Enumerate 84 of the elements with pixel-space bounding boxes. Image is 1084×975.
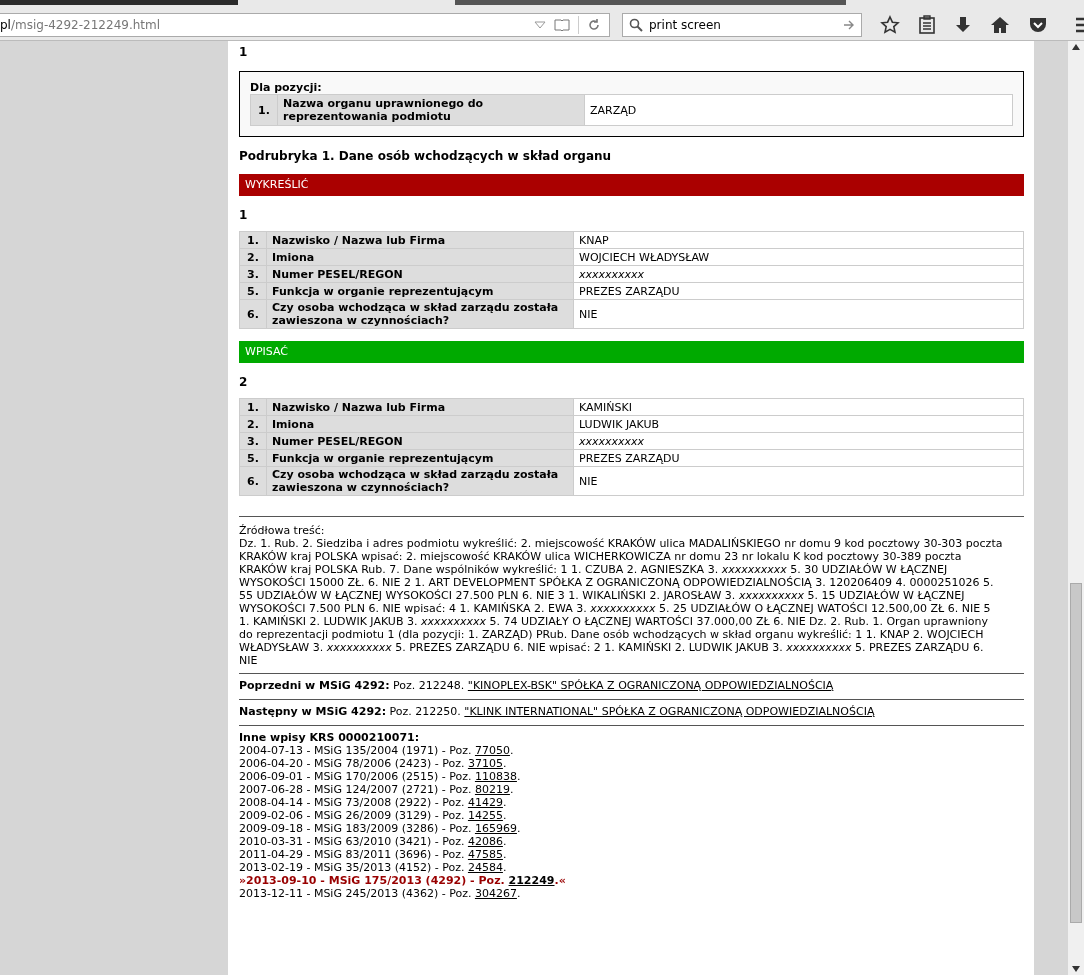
search-field[interactable]: print screen bbox=[622, 13, 862, 37]
address-bar[interactable]: pl/msig-4292-212249.html bbox=[0, 13, 610, 37]
person-number: 1 bbox=[239, 208, 249, 222]
entry-text: 2007-06-28 - MSiG 124/2007 (2721) - Poz. bbox=[239, 783, 472, 796]
position-link[interactable]: 42086 bbox=[467, 835, 503, 848]
row-number: 6. bbox=[239, 466, 267, 496]
other-entries-title: Inne wpisy KRS 0000210071: bbox=[239, 731, 421, 744]
position-link[interactable]: 37105 bbox=[467, 757, 503, 770]
position-link[interactable]: 47585 bbox=[467, 848, 503, 861]
position-title: Dla pozycji: bbox=[250, 81, 323, 94]
entry-end: . bbox=[516, 770, 521, 783]
clipboard-icon[interactable] bbox=[918, 15, 936, 35]
field-value: NIE bbox=[573, 466, 1024, 496]
entry-end: . bbox=[502, 757, 507, 770]
neighbor-position: Poz. 212250. bbox=[389, 705, 461, 718]
entry-text: 2013-12-11 - MSiG 245/2013 (4362) - Poz. bbox=[239, 887, 472, 900]
entry-text: 2010-03-31 - MSiG 63/2010 (3421) - Poz. bbox=[239, 835, 465, 848]
entry-end: . bbox=[502, 848, 507, 861]
download-icon[interactable] bbox=[954, 15, 972, 35]
action-bar: WPISAĆ bbox=[239, 341, 1024, 363]
field-label: Nazwisko / Nazwa lub Firma bbox=[266, 231, 574, 249]
position-link[interactable]: 80219 bbox=[474, 783, 510, 796]
entry-text: 2006-09-01 - MSiG 170/2006 (2515) - Poz. bbox=[239, 770, 472, 783]
row-number: 1. bbox=[239, 398, 267, 416]
entry-end: . bbox=[516, 887, 521, 900]
entry-end: . bbox=[516, 822, 521, 835]
row-number: 1. bbox=[250, 94, 278, 126]
position-link[interactable]: 304267 bbox=[474, 887, 517, 900]
neighbor-position: Poz. 212248. bbox=[393, 679, 465, 692]
home-icon[interactable] bbox=[990, 15, 1010, 35]
entry-text: 2009-02-06 - MSiG 26/2009 (3129) - Poz. bbox=[239, 809, 465, 822]
field-label: Nazwa organu uprawnionego do reprezentowania podmiotu bbox=[277, 94, 585, 126]
position-link[interactable]: 77050 bbox=[474, 744, 510, 757]
scroll-down-icon[interactable] bbox=[1072, 966, 1080, 972]
neighbor-link[interactable]: "KLINK INTERNATIONAL" SPÓŁKA Z OGRANICZONĄ ODPOWIEDZIALNOŚCIĄ bbox=[464, 705, 875, 718]
neighbor-label: Następny w MSiG 4292: bbox=[239, 705, 387, 718]
entry-text: 2009-09-18 - MSiG 183/2009 (3286) - Poz. bbox=[239, 822, 472, 835]
dropdown-caret-icon[interactable] bbox=[534, 20, 546, 30]
field-value: ZARZĄD bbox=[584, 94, 1013, 126]
arrow-icon[interactable] bbox=[843, 20, 855, 30]
entry-text: 2008-04-14 - MSiG 73/2008 (2922) - Poz. bbox=[239, 796, 465, 809]
field-value: KAMIŃSKI bbox=[573, 398, 1024, 416]
reload-icon[interactable] bbox=[587, 18, 601, 32]
position-link[interactable]: 14255 bbox=[467, 809, 503, 822]
field-label: Czy osoba wchodząca w skład zarządu została zawieszona w czynnościach? bbox=[266, 466, 574, 496]
field-label: Nazwisko / Nazwa lub Firma bbox=[266, 398, 574, 416]
source-text: Dz. 1. Rub. 2. Siedziba i adres podmiotu wykreślić: 2. miejscowość KRAKÓW ulica MADALIŃSKIEGO nr domu 9 kod pocztowy 30-303 poczta KRAKÓW kraj POLSKA wpisać: 2. miejscowość KRAKÓW ulica WICHERKOWICZA nr domu 23 nr lokalu K kod pocztowy 30-389 poczta KRAKÓW kraj POLSKA Rub. 7. Dane wspólników wykreślić: 1 1. CZUBA 2. AGNIESZKA 3. xxxxxxxxxx 5. 30 UDZIAŁÓW W ŁĄCZNEJ WYSOKOŚCI 15000 ZŁ. 6. NIE 2 1. ART DEVELOPMENT SPÓŁKA Z OGRANICZONĄ ODPOWIEDZIALNOŚCIĄ 3. 120206409 4. 0000251026 5. 55 UDZIAŁÓW W ŁĄCZNEJ WYSOKOŚCI 27.500 PLN 6. NIE 3 1. WIKALIŃSKI 2. JAROSŁAW 3. xxxxxxxxxx 5. 15 UDZIAŁÓW W ŁĄCZNEJ WYSOKOŚCI 7.500 PLN 6. NIE wpisać: 4 1. KAMIŃSKA 2. EWA 3. xxxxxxxxxx 5. 25 UDZIAŁÓW O ŁĄCZNEJ WATOŚCI 12.500,00 ZŁ 6. NIE 5 1. KAMIŃSKI 2. LUDWIK JAKUB 3. xxxxxxxxxx 5. 74 UDZIAŁY O ŁĄCZNEJ WARTOŚCI 37.000,00 ZŁ 6. NIE Dz. 2. Rub. 1. Organ uprawniony do reprezentacji podmiotu 1 (dla pozycji: 1. ZARZĄD) PRub. Dane osób wchodzących w skład organu wykreślić: 1 1. KNAP 2. WOJCIECH WŁADYSŁAW 3. xxxxxxxxxx 5. PREZES ZARZĄDU 6. NIE wpisać: 2 1. KAMIŃSKI 2. LUDWIK JAKUB 3. xxxxxxxxxx 5. PREZES ZARZĄDU 6. NIE bbox=[239, 537, 1004, 667]
subsection-heading: Podrubryka 1. Dane osób wchodzących w skład organu bbox=[239, 149, 613, 163]
action-bar: WYKREŚLIĆ bbox=[239, 174, 1024, 196]
entry-text: 2004-07-13 - MSiG 135/2004 (1971) - Poz. bbox=[239, 744, 472, 757]
scrollbar[interactable] bbox=[1068, 41, 1084, 975]
entry-number: 1 bbox=[239, 45, 249, 59]
neighbor-label: Poprzedni w MSiG 4292: bbox=[239, 679, 390, 692]
book-icon[interactable] bbox=[554, 19, 570, 31]
entry-end: . bbox=[502, 861, 507, 874]
url-text: pl/msig-4292-212249.html bbox=[0, 18, 162, 32]
entry-end: . bbox=[502, 835, 507, 848]
row-number: 1. bbox=[239, 231, 267, 249]
field-value: KNAP bbox=[573, 231, 1024, 249]
position-link[interactable]: 165969 bbox=[474, 822, 517, 835]
position-link[interactable]: 110838 bbox=[474, 770, 517, 783]
field-value: NIE bbox=[573, 299, 1024, 329]
search-icon bbox=[629, 18, 643, 32]
row-number: 6. bbox=[239, 299, 267, 329]
entry-text: 2011-04-29 - MSiG 83/2011 (3696) - Poz. bbox=[239, 848, 465, 861]
entry-end: . bbox=[502, 809, 507, 822]
entry-end: . bbox=[509, 783, 514, 796]
star-icon[interactable] bbox=[880, 15, 900, 35]
entry-end: . bbox=[509, 744, 514, 757]
person-number: 2 bbox=[239, 375, 249, 389]
entry-end: .« bbox=[554, 874, 566, 887]
entry-text: 2013-02-19 - MSiG 35/2013 (4152) - Poz. bbox=[239, 861, 465, 874]
scroll-thumb[interactable] bbox=[1070, 583, 1082, 923]
neighbor-link[interactable]: "KINOPLEX-BSK" SPÓŁKA Z OGRANICZONĄ ODPOWIEDZIALNOŚCIĄ bbox=[467, 679, 834, 692]
position-link[interactable]: 41429 bbox=[467, 796, 503, 809]
entry-text: 2006-04-20 - MSiG 78/2006 (2423) - Poz. bbox=[239, 757, 465, 770]
scroll-up-icon[interactable] bbox=[1072, 44, 1080, 50]
field-label: Czy osoba wchodząca w skład zarządu została zawieszona w czynnościach? bbox=[266, 299, 574, 329]
shield-icon[interactable] bbox=[1028, 15, 1048, 35]
position-link[interactable]: 24584 bbox=[467, 861, 503, 874]
entry-text: »2013-09-10 - MSiG 175/2013 (4292) - Poz. bbox=[239, 874, 505, 887]
position-link[interactable]: 212249 bbox=[508, 874, 555, 887]
source-title: Źródłowa treść: bbox=[239, 524, 326, 537]
entry-end: . bbox=[502, 796, 507, 809]
